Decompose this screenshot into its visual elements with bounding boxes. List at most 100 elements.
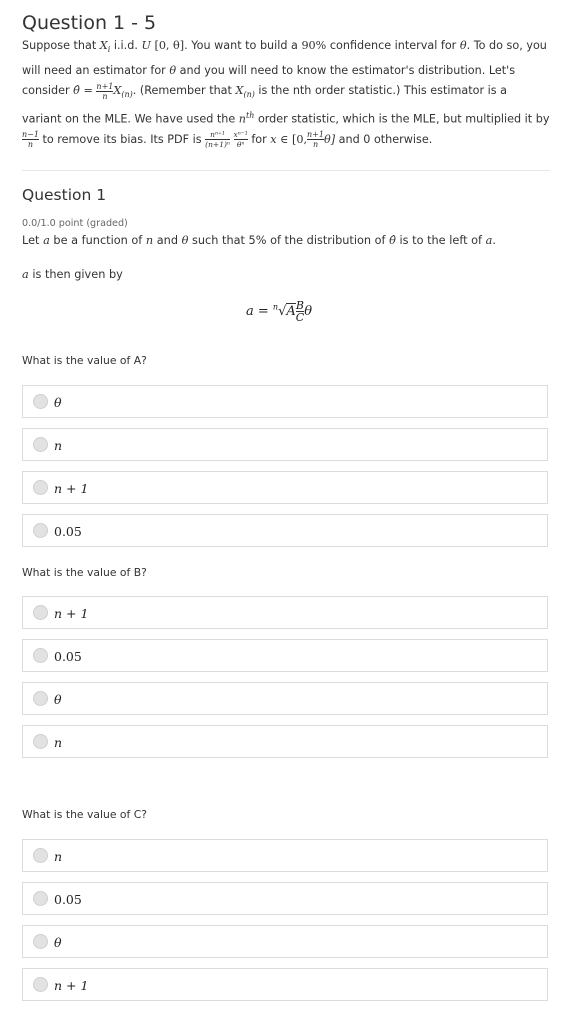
math-in: ∈ [280,132,289,146]
radio-button[interactable] [33,891,48,906]
radio-button[interactable] [33,605,48,620]
option-a-0[interactable]: θ [22,385,548,418]
option-b-2[interactable]: θ [22,682,548,715]
formula-A: A [286,303,296,319]
option-c-2[interactable]: θ [22,925,548,958]
math-theta: θ [181,234,189,247]
option-label: n [54,438,63,453]
option-c-3[interactable]: n + 1 [22,968,548,1001]
option-a-3[interactable]: 0.05 [22,514,548,547]
intro-text: Suppose that [22,39,97,52]
frac-den: n [102,91,108,101]
frac-den: n [312,140,319,150]
option-a-2[interactable]: n + 1 [22,471,548,504]
formula-theta: θ [304,304,313,319]
intro-text: order statistic, which is the MLE, but m… [257,112,533,126]
math-interval: [0, θ]. [154,39,188,52]
subquestion-a-prompt: What is the value of A? [22,354,147,367]
math-range: θ] [324,132,336,146]
problem-intro: Suppose that Xi i.i.d. U [0, θ]. You wan… [22,36,550,150]
radio-button[interactable] [33,691,48,706]
math-x: x [270,132,277,146]
radio-button[interactable] [33,648,48,663]
option-label: n + 1 [54,606,89,621]
stem-text: Let [22,234,40,247]
intro-text: for [251,132,267,146]
intro-text: variant on the MLE. We have used the [22,112,236,126]
math-percent: 90% [301,39,327,52]
question-points: 0.0/1.0 point (graded) [22,218,128,229]
math-range: [0, [292,132,308,146]
intro-text: confidence interval for [329,39,457,52]
frac-num: n+1 [96,81,114,92]
math-theta-hat: θ̂ [73,84,80,98]
radio-button[interactable] [33,977,48,992]
page-title: Question 1 - 5 [22,12,157,34]
math-theta: θ [169,63,177,77]
frac-den: θⁿ [236,140,245,150]
question-stem: Let a be a function of n and θ such that… [22,234,496,247]
math-sub: (n) [243,90,255,100]
intro-text: consider [22,84,70,98]
formula-C: C [295,311,305,324]
option-label: θ [54,395,62,410]
question-title: Question 1 [22,186,107,204]
math-sub: i [107,45,111,55]
section-divider [22,170,550,171]
radio-button[interactable] [33,394,48,409]
option-label: n [54,849,63,864]
math-x: X [99,39,108,52]
stem-text: such that 5% of the distribution of [192,234,386,247]
subquestion-b-prompt: What is the value of B? [22,566,147,579]
option-c-0[interactable]: n [22,839,548,872]
radio-button[interactable] [33,848,48,863]
option-label: 0.05 [54,892,82,907]
frac-den: (n+1)ⁿ [205,140,230,150]
option-b-3[interactable]: n [22,725,548,758]
math-n: n [238,112,246,126]
option-b-1[interactable]: 0.05 [22,639,548,672]
math-n: n [145,234,154,247]
intro-text: . To do so, [466,39,523,52]
math-frac: n−1 n [22,130,39,149]
math-frac: n+1 n [307,130,324,149]
option-b-0[interactable]: n + 1 [22,596,548,629]
math-theta-hat: θ̂ [389,234,396,247]
subquestion-c-prompt: What is the value of C? [22,808,148,821]
math-frac: nⁿ⁺¹ (n+1)ⁿ [205,130,230,149]
option-label: θ [54,935,62,950]
math-frac: n+1 n [96,81,114,101]
stem-text: is then given by [32,268,123,281]
option-c-1[interactable]: 0.05 [22,882,548,915]
problem-page: Question 1 - 5 Suppose that Xi i.i.d. U … [0,0,570,1024]
frac-num: nⁿ⁺¹ [205,130,230,141]
formula-a: a = n√A B Cθ [246,300,312,323]
option-label: 0.05 [54,524,82,539]
radio-button[interactable] [33,734,48,749]
option-label: 0.05 [54,649,82,664]
stem-text: is to the left of [399,234,483,247]
math-a: a [22,268,29,281]
frac-num: xⁿ⁻¹ [233,130,248,141]
intro-text: and you will need to know the estimator'… [179,63,516,77]
intro-text: i.i.d. [113,39,138,52]
option-a-1[interactable]: n [22,428,548,461]
math-theta: θ [459,39,467,52]
math-frac: xⁿ⁻¹ θⁿ [233,130,248,150]
intro-text: by [535,112,550,126]
option-label: n + 1 [54,978,89,993]
radio-button[interactable] [33,437,48,452]
radio-button[interactable] [33,523,48,538]
radio-button[interactable] [33,934,48,949]
intro-text: You want to build a [191,39,298,52]
intro-text: to remove its bias. Its PDF is [42,132,202,146]
intro-text: is the nth order statistic.) This estima… [258,84,507,98]
math-sub: (n) [121,90,133,100]
radio-button[interactable] [33,480,48,495]
stem-text: be a function of [53,234,143,247]
frac-den: n [27,140,34,150]
intro-text: and 0 otherwise. [338,132,433,146]
intro-text: . (Remember that [132,84,232,98]
stem-text: and [156,234,179,247]
math-u: U [141,39,151,52]
